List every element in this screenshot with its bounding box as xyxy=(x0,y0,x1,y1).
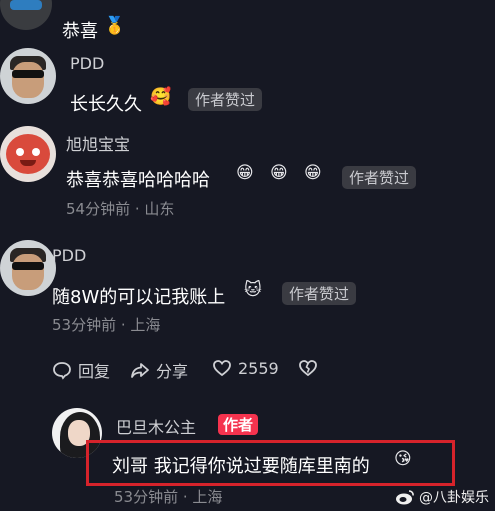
reply-button[interactable]: 回复 xyxy=(52,358,110,382)
comment-author[interactable]: 旭旭宝宝 xyxy=(66,131,130,155)
comment-text: 恭喜 xyxy=(62,21,98,42)
broken-heart-icon xyxy=(299,360,317,377)
comment-author[interactable]: 巴旦木公主 xyxy=(116,414,196,438)
comment-author[interactable]: PDD xyxy=(70,54,104,73)
reply-label: 回复 xyxy=(78,362,111,381)
reply-icon xyxy=(53,362,71,380)
share-arrow-icon xyxy=(131,363,149,378)
grin-emoji-icon: 😁 xyxy=(304,163,322,183)
author-liked-badge: 作者赞过 xyxy=(188,88,263,111)
author-liked-badge: 作者赞过 xyxy=(282,282,357,305)
share-label: 分享 xyxy=(156,362,189,381)
comment-text: 长长久久 xyxy=(70,94,142,115)
cat-emoji-icon: 🐱 xyxy=(244,280,262,300)
avatar[interactable] xyxy=(0,48,56,104)
weibo-logo-icon xyxy=(396,490,414,505)
like-count: 2559 xyxy=(238,358,279,378)
watermark: @八卦娱乐 xyxy=(395,487,489,507)
comment-text: 随8W的可以记我账上 xyxy=(52,287,226,308)
comment-meta: 54分钟前 · 山东 xyxy=(66,200,175,218)
grin-emoji-icon: 😁 xyxy=(236,163,254,183)
author-liked-badge: 作者赞过 xyxy=(342,166,417,189)
comment-meta: 53分钟前 · 上海 xyxy=(52,316,161,334)
like-button[interactable]: 2559 xyxy=(212,358,279,378)
share-button[interactable]: 分享 xyxy=(130,358,188,382)
kiss-emoji-icon: 😘 xyxy=(394,449,412,469)
dislike-button[interactable] xyxy=(298,358,318,378)
author-badge: 作者 xyxy=(218,414,259,435)
comment-text: 恭喜恭喜哈哈哈哈 xyxy=(66,170,210,191)
hug-emoji-icon: 🥰 xyxy=(150,87,172,107)
heart-icon xyxy=(213,360,231,377)
avatar[interactable] xyxy=(0,0,52,30)
comment-text: 刘哥 我记得你说过要随库里南的 xyxy=(112,456,370,477)
watermark-text: @八卦娱乐 xyxy=(419,490,489,506)
avatar[interactable] xyxy=(0,240,56,296)
avatar[interactable] xyxy=(0,126,56,182)
medal-emoji-icon: 🥇 xyxy=(104,16,126,36)
comment-meta: 53分钟前 · 上海 xyxy=(114,488,223,506)
comment-author[interactable]: PDD xyxy=(52,246,86,265)
grin-emoji-icon: 😁 xyxy=(270,163,288,183)
